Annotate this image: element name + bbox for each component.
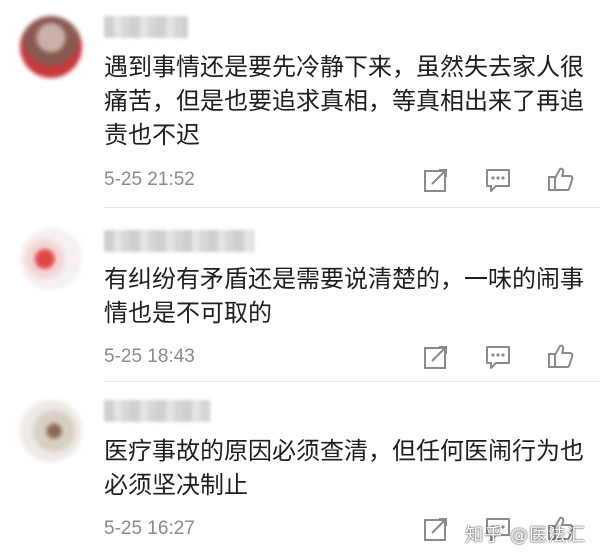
comment-icon[interactable] xyxy=(484,343,512,371)
watermark: 知乎 @医法汇 xyxy=(465,525,586,546)
comment-time: 5-25 16:27 xyxy=(104,518,195,539)
comment-icon[interactable] xyxy=(484,166,512,194)
comment-item: 遇到事情还是要先冷静下来，虽然失去家人很痛苦，但是也要追求真相，等真相出来了再追… xyxy=(0,0,600,208)
username-blurred[interactable] xyxy=(104,400,210,422)
share-forward-icon[interactable] xyxy=(422,166,450,194)
username-blurred[interactable] xyxy=(104,16,188,38)
avatar[interactable] xyxy=(20,228,82,290)
avatar[interactable] xyxy=(20,16,82,78)
share-forward-icon[interactable] xyxy=(422,343,450,371)
comment-item: 有纠纷有矛盾还是需要说清楚的，一味的闹事情也是不可取的 5-25 18:43 xyxy=(0,208,600,382)
thumbs-up-icon[interactable] xyxy=(547,342,575,370)
avatar[interactable] xyxy=(20,400,82,462)
comment-text: 遇到事情还是要先冷静下来，虽然失去家人很痛苦，但是也要追求真相，等真相出来了再追… xyxy=(104,53,584,149)
comment-time: 5-25 21:52 xyxy=(104,169,195,190)
thumbs-up-icon[interactable] xyxy=(547,165,575,193)
username-blurred[interactable] xyxy=(104,230,254,252)
comment-text: 有纠纷有矛盾还是需要说清楚的，一味的闹事情也是不可取的 xyxy=(104,265,584,327)
share-forward-icon[interactable] xyxy=(422,515,450,543)
comment-time: 5-25 18:43 xyxy=(104,346,195,367)
comment-text: 医疗事故的原因必须查清，但任何医闹行为也必须坚决制止 xyxy=(104,437,584,499)
